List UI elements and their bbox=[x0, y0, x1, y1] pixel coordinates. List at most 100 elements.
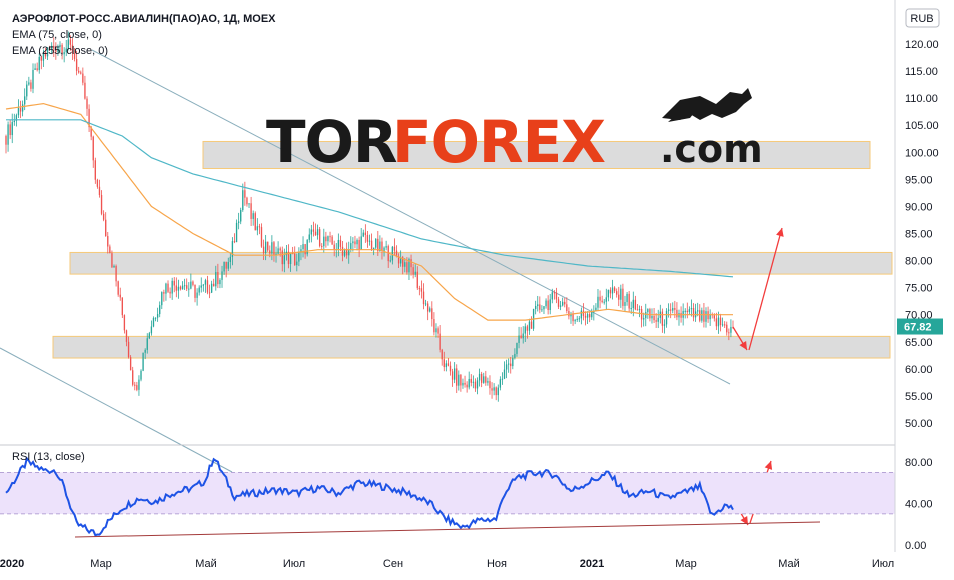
candle-body bbox=[125, 330, 128, 342]
candle-body bbox=[684, 310, 686, 312]
candle-body bbox=[240, 210, 242, 222]
candle-body bbox=[113, 265, 115, 268]
candle-body bbox=[163, 292, 165, 294]
candle-body bbox=[586, 314, 589, 318]
candle-body bbox=[198, 287, 200, 293]
watermark-forex: FOREX bbox=[392, 108, 605, 176]
candle-body bbox=[449, 365, 452, 372]
candle-body bbox=[385, 246, 387, 248]
candle-body bbox=[551, 292, 553, 300]
candle-body bbox=[431, 308, 433, 320]
candle-body bbox=[591, 311, 593, 318]
candle-body bbox=[350, 243, 352, 250]
candle-body bbox=[296, 261, 298, 266]
ema255-legend[interactable]: EMA (255, close, 0) bbox=[12, 45, 108, 57]
candle-body bbox=[30, 82, 32, 89]
candle-body bbox=[21, 104, 24, 112]
candle-body bbox=[597, 296, 599, 308]
candle-body bbox=[393, 246, 396, 251]
candle-body bbox=[102, 213, 105, 220]
candle-body bbox=[84, 82, 86, 99]
candle-body bbox=[138, 379, 140, 390]
candle-body bbox=[82, 73, 84, 83]
candle-body bbox=[250, 203, 252, 219]
candle-body bbox=[358, 239, 360, 250]
candle-body bbox=[306, 239, 308, 255]
candle-body bbox=[549, 299, 551, 311]
price-tick-label: 110.00 bbox=[905, 93, 938, 105]
candle-body bbox=[632, 299, 634, 309]
candle-body bbox=[653, 315, 655, 321]
candle-body bbox=[439, 333, 441, 350]
candle-body bbox=[630, 308, 632, 310]
candle-body bbox=[564, 301, 566, 305]
candle-body bbox=[86, 98, 88, 109]
rsi-legend[interactable]: RSI (13, close) bbox=[12, 451, 85, 463]
candle-body bbox=[426, 303, 429, 312]
candle-body bbox=[127, 341, 130, 358]
candle-body bbox=[119, 294, 121, 298]
candle-body bbox=[670, 309, 672, 311]
candle-body bbox=[478, 373, 481, 381]
candle-body bbox=[235, 222, 238, 243]
candle-body bbox=[649, 309, 651, 319]
candle-body bbox=[713, 315, 715, 319]
candle-body bbox=[645, 312, 647, 319]
candle-body bbox=[28, 82, 30, 85]
candle-body bbox=[181, 285, 184, 290]
candle-body bbox=[173, 280, 175, 286]
candle-body bbox=[321, 245, 323, 247]
candle-body bbox=[204, 280, 207, 285]
candle-body bbox=[424, 303, 427, 305]
candle-body bbox=[111, 253, 113, 268]
currency-label: RUB bbox=[910, 13, 933, 25]
candle-body bbox=[703, 310, 705, 322]
candle-body bbox=[98, 186, 101, 195]
candle-body bbox=[179, 286, 182, 290]
candle-body bbox=[96, 179, 99, 187]
rsi-support-line bbox=[74, 521, 821, 538]
candle-body bbox=[134, 384, 136, 386]
candle-body bbox=[458, 374, 460, 386]
candle-body bbox=[624, 302, 626, 306]
candle-body bbox=[177, 286, 180, 291]
candle-body bbox=[487, 381, 489, 383]
candle-body bbox=[312, 229, 315, 232]
candle-body bbox=[362, 232, 364, 237]
candle-body bbox=[318, 229, 321, 246]
candle-body bbox=[474, 381, 477, 389]
candle-body bbox=[510, 363, 512, 367]
candle-body bbox=[146, 338, 148, 350]
candle-body bbox=[717, 317, 720, 327]
candle-body bbox=[730, 326, 732, 333]
candle-body bbox=[129, 357, 132, 371]
candle-body bbox=[422, 291, 425, 305]
candle-body bbox=[215, 272, 217, 287]
candle-body bbox=[389, 260, 391, 262]
candle-body bbox=[493, 387, 495, 391]
candle-body bbox=[221, 271, 223, 280]
candle-body bbox=[279, 248, 281, 251]
candle-body bbox=[626, 293, 628, 303]
symbol-title: АЭРОФЛОТ-РОСС.АВИАЛИН(ПАО)АО, 1Д, MOEX bbox=[12, 13, 276, 25]
candle-body bbox=[273, 242, 275, 256]
candle-body bbox=[196, 292, 198, 298]
candle-body bbox=[148, 333, 150, 339]
candle-body bbox=[223, 261, 225, 272]
price-chart[interactable]: 120.00 115.00 110.00 105.00 100.00 95.00 90.00… bbox=[0, 0, 954, 580]
candle-body bbox=[9, 124, 11, 136]
candle-body bbox=[451, 371, 454, 380]
candle-body bbox=[530, 321, 533, 329]
candle-body bbox=[92, 136, 94, 161]
ema75-legend[interactable]: EMA (75, close, 0) bbox=[12, 29, 102, 41]
rsi-axis: 80.00 40.00 0.00 bbox=[905, 457, 933, 552]
candle-body bbox=[420, 288, 423, 292]
price-tick-label: 75.00 bbox=[905, 283, 933, 295]
candle-body bbox=[136, 385, 138, 390]
bull-icon bbox=[662, 88, 752, 122]
candle-body bbox=[308, 234, 310, 240]
candle-body bbox=[281, 250, 283, 265]
candle-body bbox=[233, 241, 236, 243]
candle-body bbox=[555, 292, 558, 300]
candle-body bbox=[499, 379, 502, 388]
